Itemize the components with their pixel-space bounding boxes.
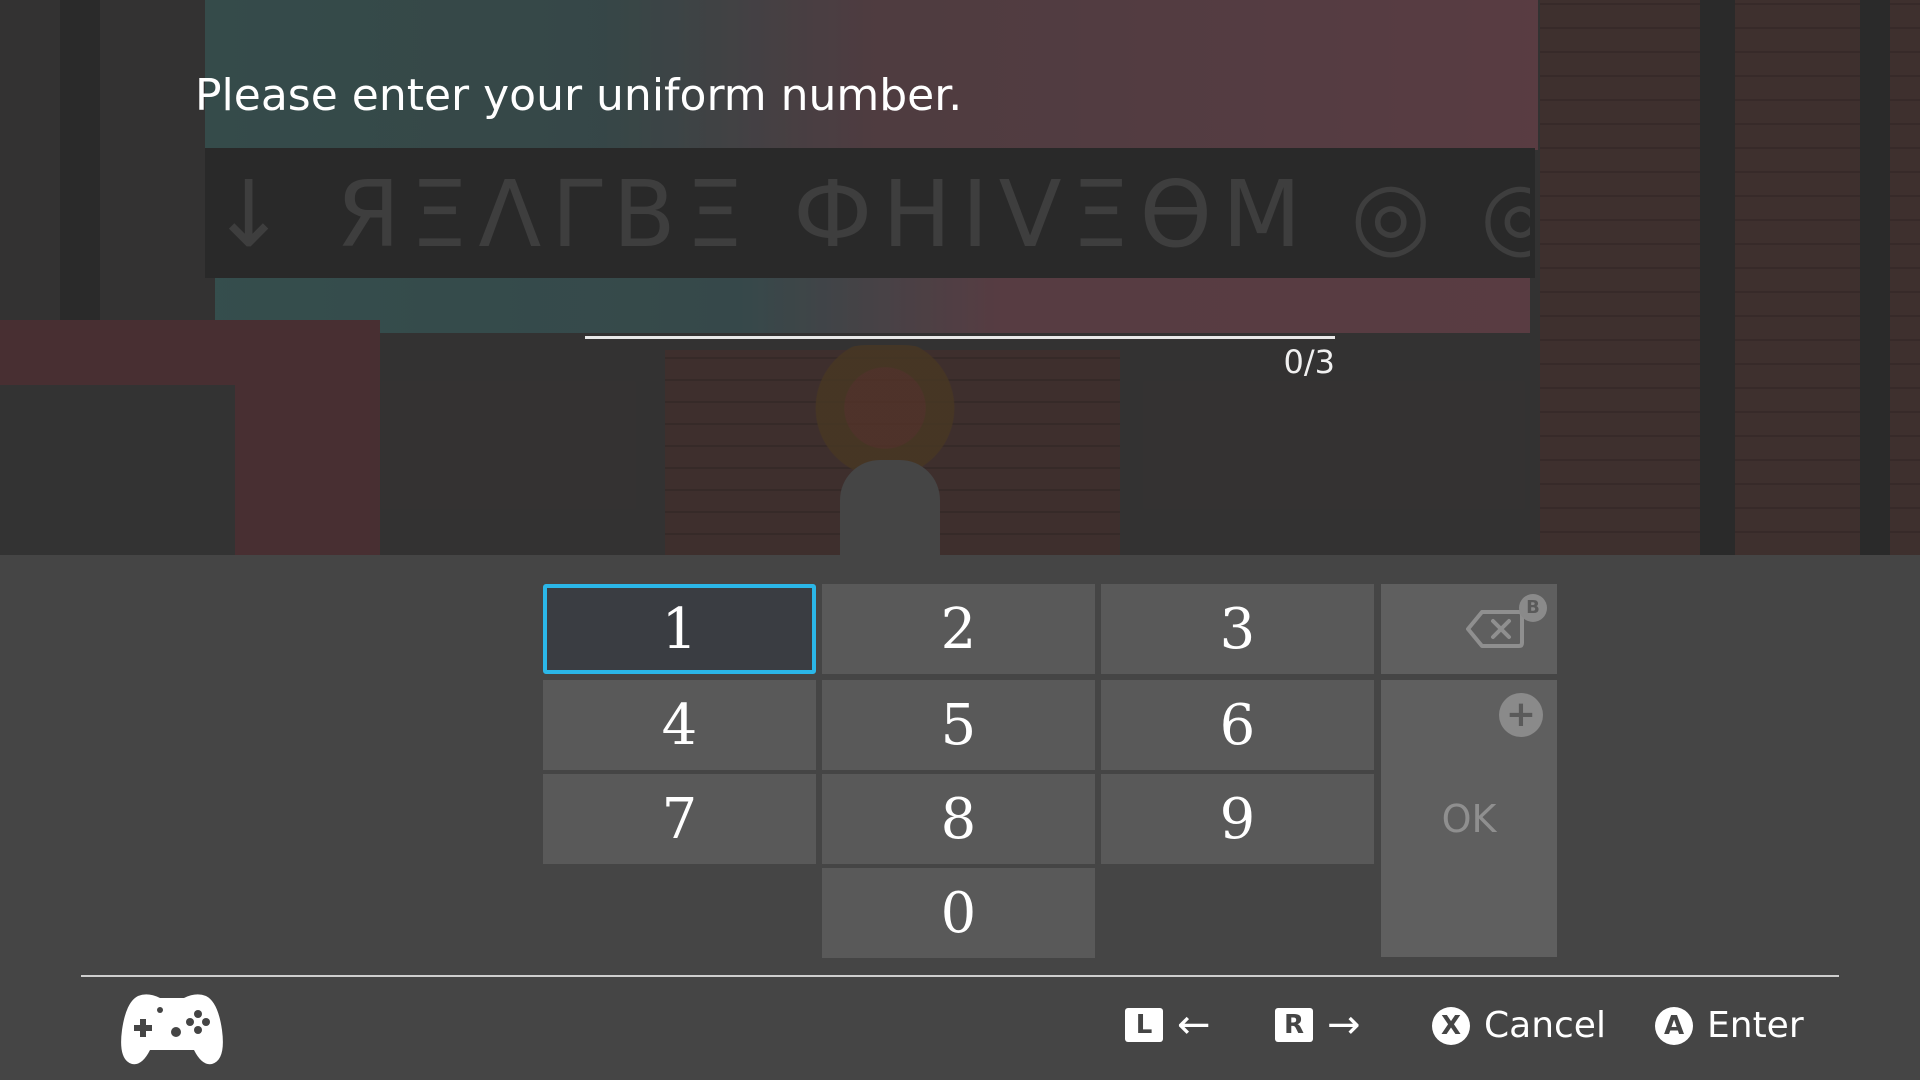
input-underline: [585, 336, 1335, 339]
key-5[interactable]: 5: [822, 680, 1095, 770]
arrow-right-icon: →: [1327, 1002, 1361, 1048]
l-button-icon: L: [1125, 1008, 1163, 1042]
key-9[interactable]: 9: [1101, 774, 1374, 864]
ok-label: OK: [1441, 796, 1497, 841]
a-button-icon: A: [1655, 1006, 1693, 1045]
hint-cancel[interactable]: X Cancel: [1432, 1005, 1606, 1046]
footer-divider: [81, 975, 1839, 977]
b-button-badge: B: [1519, 594, 1547, 622]
hint-move-right[interactable]: R →: [1275, 1005, 1361, 1045]
arrow-left-icon: ←: [1177, 1002, 1211, 1048]
key-3[interactable]: 3: [1101, 584, 1374, 674]
key-0[interactable]: 0: [822, 868, 1095, 958]
character-counter: 0/3: [1283, 343, 1336, 381]
x-button-icon: X: [1432, 1006, 1470, 1045]
cancel-label: Cancel: [1484, 1005, 1606, 1046]
hint-enter[interactable]: A Enter: [1655, 1005, 1804, 1046]
backspace-icon: [1466, 610, 1524, 648]
r-button-icon: R: [1275, 1008, 1313, 1042]
key-4[interactable]: 4: [543, 680, 816, 770]
key-7[interactable]: 7: [543, 774, 816, 864]
key-1[interactable]: 1: [543, 584, 816, 674]
hint-move-left[interactable]: L ←: [1125, 1005, 1211, 1045]
key-6[interactable]: 6: [1101, 680, 1374, 770]
plus-button-badge: +: [1499, 693, 1543, 737]
prompt-text: Please enter your uniform number.: [195, 70, 963, 121]
controller-icon: [121, 994, 223, 1065]
enter-label: Enter: [1707, 1005, 1804, 1046]
key-8[interactable]: 8: [822, 774, 1095, 864]
key-2[interactable]: 2: [822, 584, 1095, 674]
